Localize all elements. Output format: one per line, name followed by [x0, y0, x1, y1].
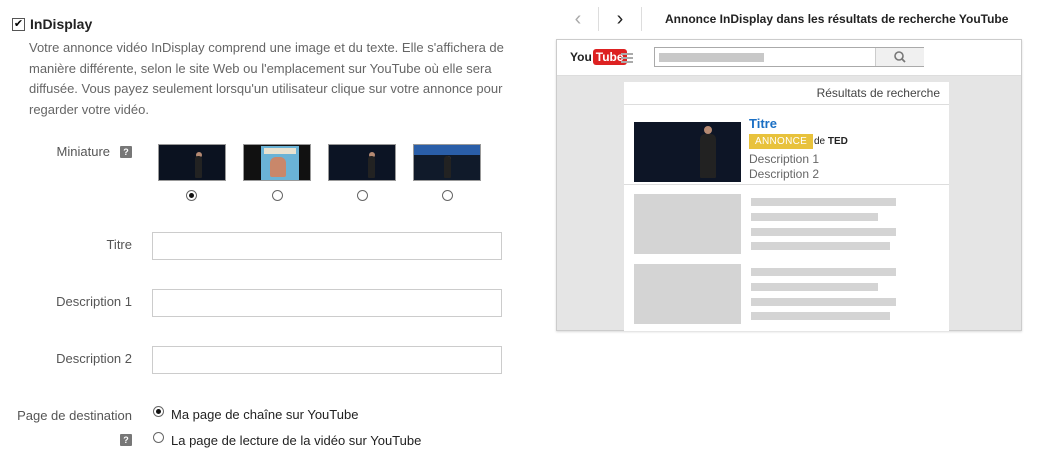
- preview-title: Annonce InDisplay dans les résultats de …: [665, 12, 1009, 26]
- chevron-left-icon: ‹: [574, 7, 582, 30]
- placeholder-line: [751, 228, 896, 236]
- description1-input[interactable]: [152, 289, 502, 317]
- nav-divider-2: [641, 7, 642, 31]
- destination-label: Page de destination: [17, 408, 132, 423]
- thumbnail-option-4[interactable]: [413, 144, 481, 181]
- indisplay-description: Votre annonce vidéo InDisplay comprend u…: [29, 40, 504, 117]
- placeholder-thumbnail: [634, 264, 741, 324]
- thumbnail-option-1[interactable]: [158, 144, 226, 181]
- chevron-right-icon: ›: [616, 7, 624, 30]
- thumbnail-option-2[interactable]: [243, 144, 311, 181]
- results-header: Résultats de recherche: [816, 86, 940, 100]
- next-preview-button[interactable]: ›: [602, 6, 638, 32]
- placeholder-line: [751, 198, 896, 206]
- menu-icon: [621, 53, 633, 65]
- placeholder-thumbnail: [634, 194, 741, 254]
- ad-channel-byline: de TED: [814, 136, 848, 147]
- placeholder-line: [751, 283, 878, 291]
- search-placeholder-bar: [659, 53, 764, 62]
- placeholder-line: [751, 268, 896, 276]
- titre-input[interactable]: [152, 232, 502, 260]
- ad-video-thumbnail: [634, 122, 741, 182]
- thumbnail-option-3[interactable]: [328, 144, 396, 181]
- ad-description-2: Description 2: [749, 167, 820, 181]
- indisplay-label: InDisplay: [30, 16, 93, 32]
- indisplay-checkbox[interactable]: ✔: [12, 18, 25, 31]
- description1-label: Description 1: [56, 294, 132, 309]
- ad-title: Titre: [749, 116, 777, 131]
- destination-option-watch-page[interactable]: La page de lecture de la vidéo sur YouTu…: [171, 433, 421, 448]
- results-divider: [624, 104, 949, 105]
- placeholder-line: [751, 242, 890, 250]
- search-icon: [894, 51, 906, 63]
- description2-input[interactable]: [152, 346, 502, 374]
- miniature-label: Miniature: [56, 144, 110, 159]
- ad-description-1: Description 1: [749, 152, 820, 166]
- destination-help-icon[interactable]: ?: [120, 434, 132, 446]
- miniature-help-icon[interactable]: ?: [120, 146, 132, 158]
- placeholder-line: [751, 298, 896, 306]
- prev-preview-button[interactable]: ‹: [560, 6, 596, 32]
- thumbnail-radio-3[interactable]: [357, 190, 368, 201]
- ad-divider: [624, 184, 949, 185]
- destination-option-channel[interactable]: Ma page de chaîne sur YouTube: [171, 407, 358, 422]
- destination-radio-channel[interactable]: [153, 406, 164, 417]
- thumbnail-radio-2[interactable]: [272, 190, 283, 201]
- youtube-logo: You Tube: [570, 49, 627, 65]
- description2-label: Description 2: [56, 351, 132, 366]
- titre-label: Titre: [106, 237, 132, 252]
- thumbnail-radio-4[interactable]: [442, 190, 453, 201]
- nav-divider: [598, 7, 599, 31]
- destination-radio-watch-page[interactable]: [153, 432, 164, 443]
- placeholder-line: [751, 312, 890, 320]
- thumbnail-radio-1[interactable]: [186, 190, 197, 201]
- ad-badge: ANNONCE: [749, 134, 814, 149]
- placeholder-line: [751, 213, 878, 221]
- youtube-search-button: [875, 48, 924, 66]
